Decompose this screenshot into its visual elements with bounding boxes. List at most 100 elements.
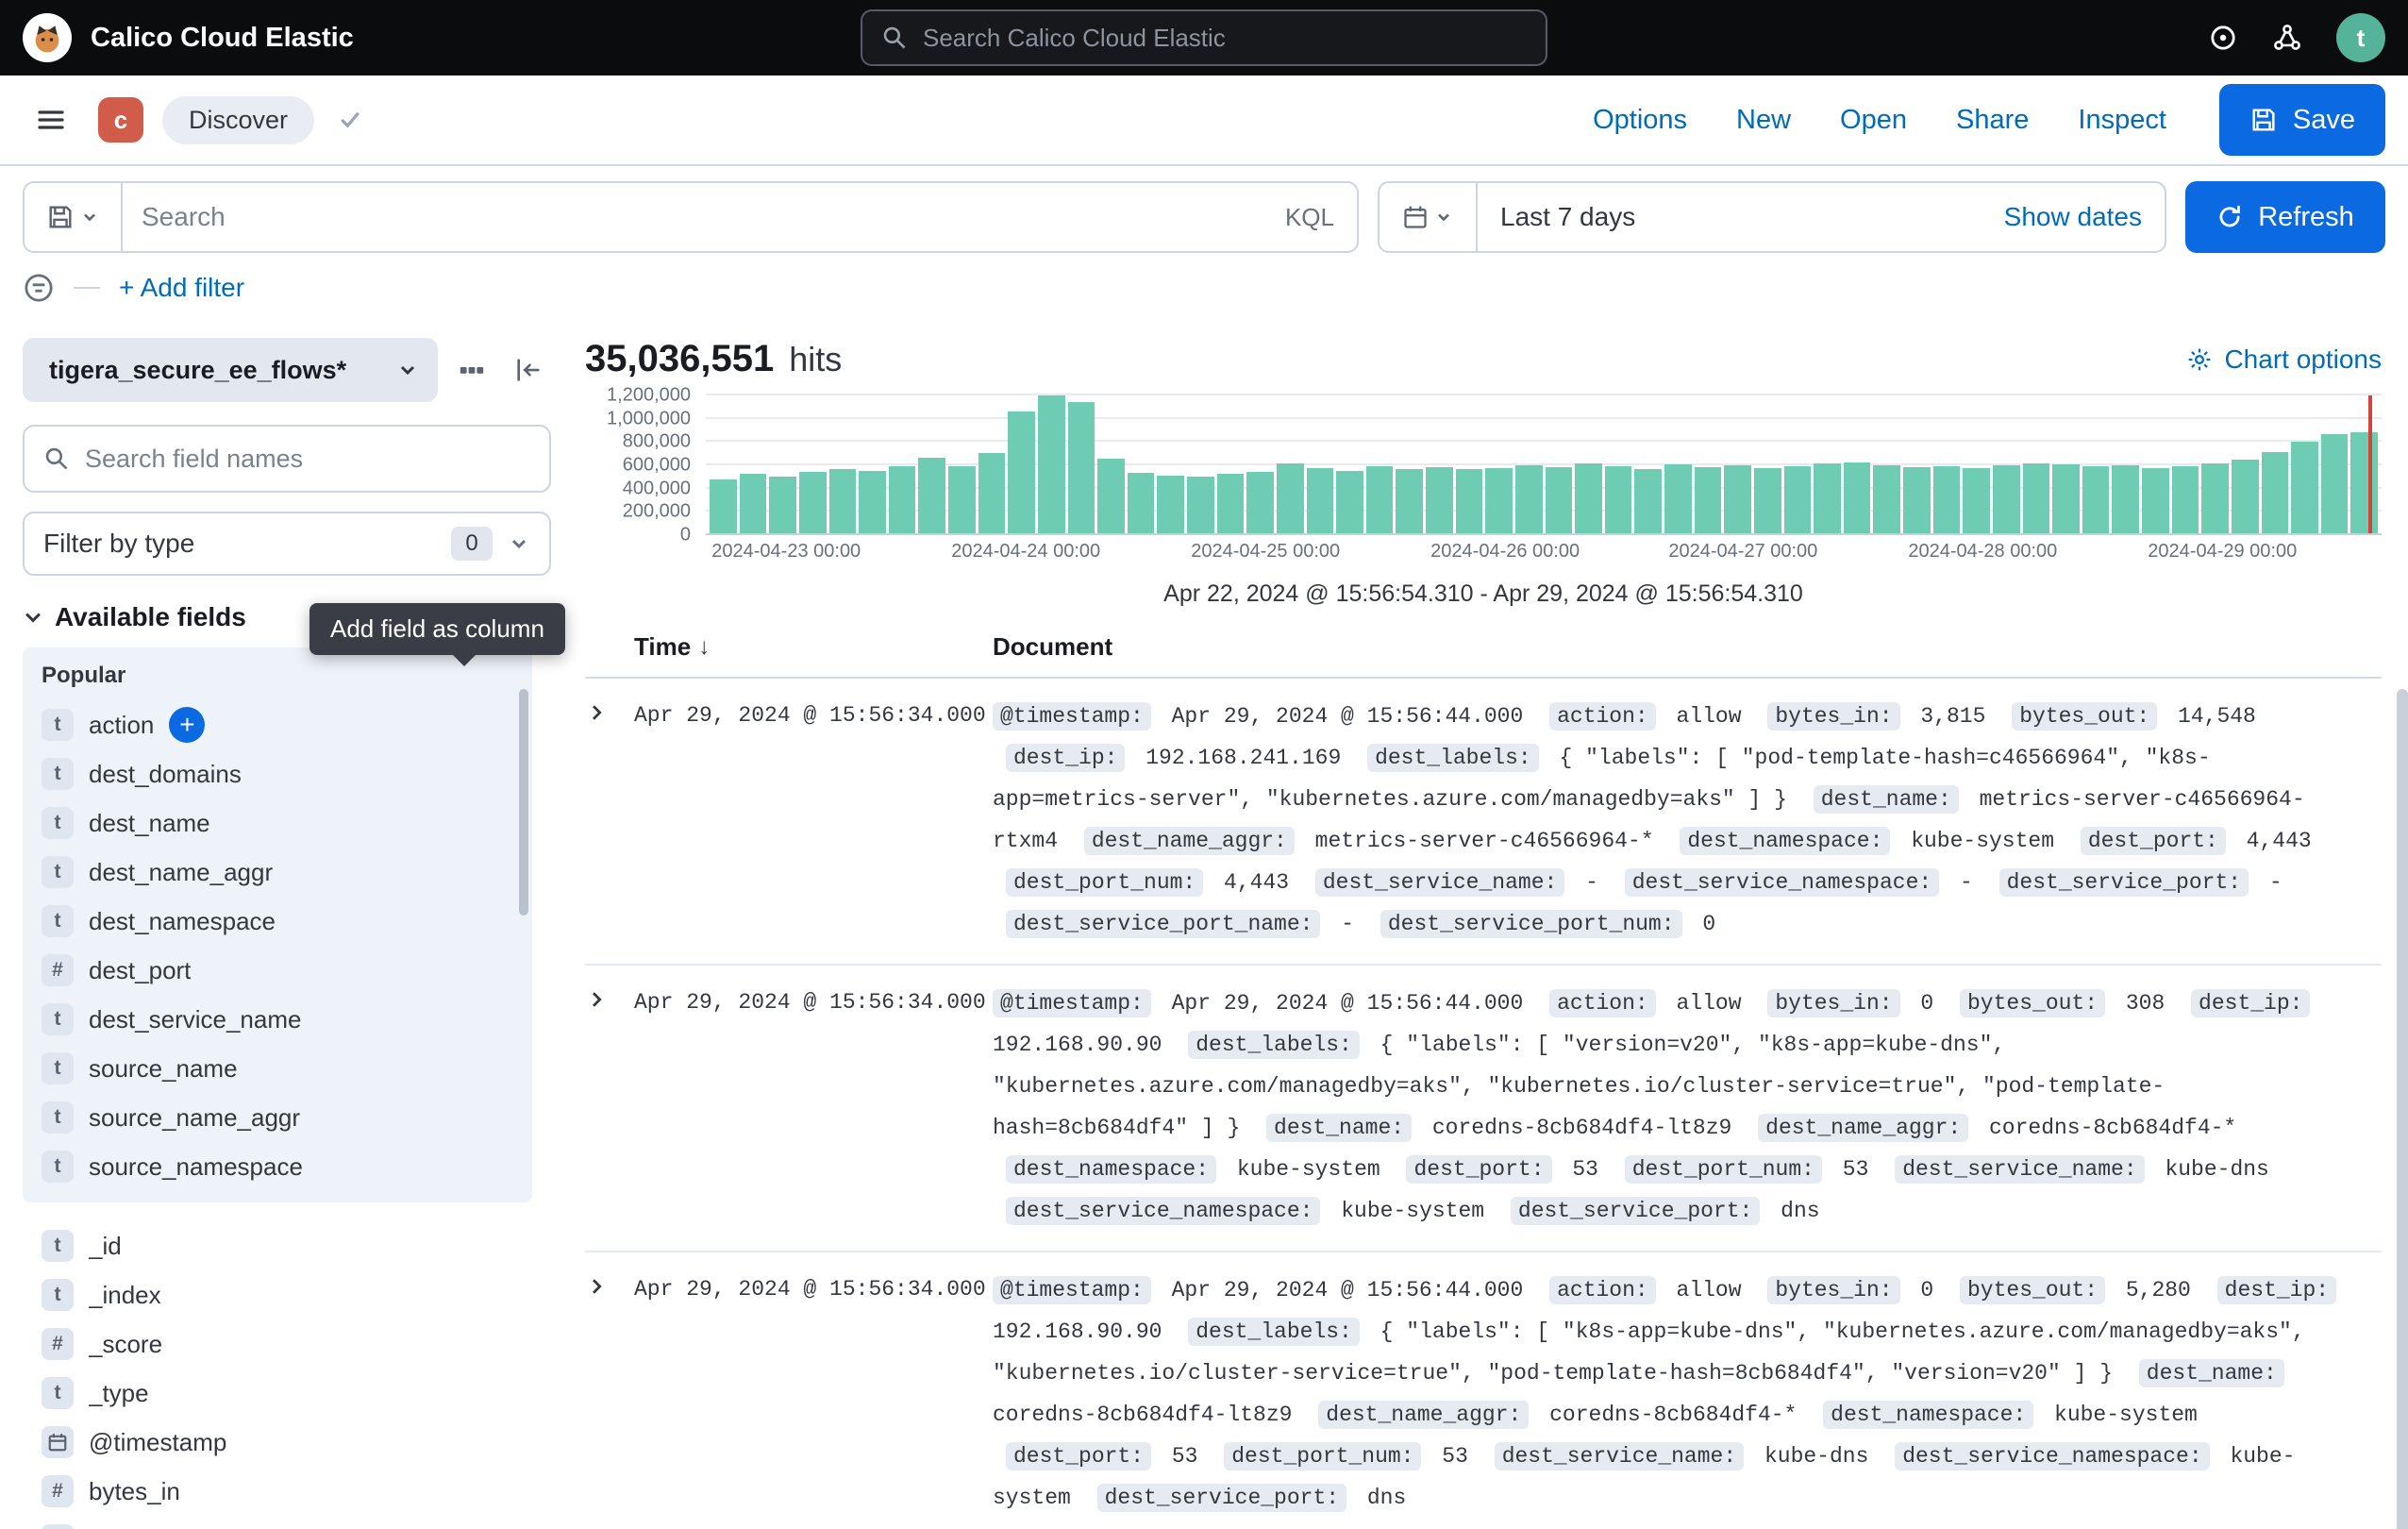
histogram-bar[interactable] xyxy=(1426,467,1453,533)
histogram-bar[interactable] xyxy=(1873,465,1900,533)
field-item-source_namespace[interactable]: tsource_namespace xyxy=(23,1142,322,1191)
add-field-button[interactable]: + xyxy=(169,707,205,743)
menu-icon[interactable] xyxy=(23,92,79,148)
histogram-bar[interactable] xyxy=(1187,477,1214,533)
histogram-bar[interactable] xyxy=(1336,471,1363,533)
histogram-bar[interactable] xyxy=(1546,467,1573,533)
field-item-dest_name_aggr[interactable]: tdest_name_aggr xyxy=(23,848,292,897)
show-dates-link[interactable]: Show dates xyxy=(2004,202,2165,232)
field-item-@timestamp[interactable]: @timestamp xyxy=(23,1418,245,1467)
field-item-action[interactable]: taction+ xyxy=(23,700,224,749)
grid-boxes-icon[interactable] xyxy=(449,347,494,393)
results-scrollbar[interactable] xyxy=(2397,689,2408,1529)
histogram-bar[interactable] xyxy=(1634,469,1662,533)
field-item-source_name_aggr[interactable]: tsource_name_aggr xyxy=(23,1093,319,1142)
histogram-bar[interactable] xyxy=(1068,402,1095,533)
histogram-bar[interactable] xyxy=(2321,434,2349,533)
field-item-dest_domains[interactable]: tdest_domains xyxy=(23,749,260,798)
breadcrumb[interactable]: Discover xyxy=(162,96,314,144)
nav-link-share[interactable]: Share xyxy=(1956,105,2029,136)
histogram-bar[interactable] xyxy=(769,477,796,533)
histogram-bar[interactable] xyxy=(2082,466,2110,533)
field-item-_score[interactable]: #_score xyxy=(23,1319,181,1369)
chart-options-button[interactable]: Chart options xyxy=(2186,344,2382,375)
histogram-bar[interactable] xyxy=(1097,459,1125,533)
fields-scrollbar[interactable] xyxy=(519,689,528,916)
histogram-bar[interactable] xyxy=(1277,463,1304,533)
field-item-dest_name[interactable]: tdest_name xyxy=(23,798,229,848)
histogram-bar[interactable] xyxy=(710,479,737,533)
time-range-value[interactable]: Last 7 days xyxy=(1478,202,2004,232)
histogram-bar[interactable] xyxy=(1008,412,1035,533)
save-button[interactable]: Save xyxy=(2219,84,2385,156)
histogram-bar[interactable] xyxy=(2112,465,2139,533)
sort-desc-icon[interactable]: ↓ xyxy=(698,634,710,661)
histogram-bar[interactable] xyxy=(1605,466,1632,533)
histogram-bar[interactable] xyxy=(1844,462,1871,533)
histogram-bar[interactable] xyxy=(1307,468,1334,533)
histogram-bar[interactable] xyxy=(2172,466,2199,533)
field-item-bytes_in[interactable]: #bytes_in xyxy=(23,1467,199,1516)
field-item-_type[interactable]: t_type xyxy=(23,1369,168,1418)
query-search-input[interactable] xyxy=(123,183,1263,251)
histogram-bar[interactable] xyxy=(918,458,945,533)
histogram-bar[interactable] xyxy=(799,472,827,533)
user-avatar[interactable]: t xyxy=(2336,13,2385,62)
field-item-source_name[interactable]: tsource_name xyxy=(23,1044,257,1093)
histogram-bar[interactable] xyxy=(1575,463,1602,533)
histogram-bar[interactable] xyxy=(1784,466,1812,533)
histogram-bar[interactable] xyxy=(1038,395,1065,533)
histogram-bar[interactable] xyxy=(1664,464,1692,533)
histogram-bar[interactable] xyxy=(1396,469,1423,533)
histogram-bar[interactable] xyxy=(1157,476,1184,533)
filter-by-type[interactable]: Filter by type 0 xyxy=(23,512,551,576)
field-item-dest_service_name[interactable]: tdest_service_name xyxy=(23,995,320,1044)
field-item-bytes_out[interactable]: #bytes_out xyxy=(23,1516,214,1529)
saved-query-menu-button[interactable] xyxy=(25,183,123,251)
histogram-bar[interactable] xyxy=(2023,463,2050,533)
histogram-bar[interactable] xyxy=(2350,432,2378,533)
histogram-bar[interactable] xyxy=(1754,468,1781,533)
time-column-header[interactable]: Time ↓ xyxy=(634,632,993,662)
histogram-bar[interactable] xyxy=(1128,473,1155,533)
expand-row-button[interactable] xyxy=(585,1269,634,1298)
histogram-bar[interactable] xyxy=(2232,460,2259,533)
histogram-bar[interactable] xyxy=(859,471,886,533)
space-badge[interactable]: c xyxy=(98,97,143,143)
refresh-button[interactable]: Refresh xyxy=(2185,181,2385,253)
global-search-input[interactable] xyxy=(923,24,1527,53)
calico-logo-icon[interactable] xyxy=(23,13,72,62)
nav-link-options[interactable]: Options xyxy=(1593,105,1687,136)
histogram-bar[interactable] xyxy=(1933,466,1961,533)
histogram-bar[interactable] xyxy=(1903,467,1931,533)
histogram-bar[interactable] xyxy=(1963,468,1990,533)
histogram-bar[interactable] xyxy=(1515,465,1543,533)
histogram-bar[interactable] xyxy=(2262,452,2289,533)
scrollbar-thumb[interactable] xyxy=(2397,689,2408,1529)
field-item-dest_port[interactable]: #dest_port xyxy=(23,946,209,995)
histogram-bar[interactable] xyxy=(1366,466,1394,533)
collapse-sidebar-icon[interactable] xyxy=(506,347,551,393)
calendar-icon[interactable] xyxy=(1380,183,1478,251)
histogram-bar[interactable] xyxy=(1485,468,1513,533)
histogram-bar[interactable] xyxy=(2052,464,2080,533)
histogram-bar[interactable] xyxy=(1993,465,2020,533)
histogram-bar[interactable] xyxy=(1217,474,1245,533)
field-item-dest_namespace[interactable]: tdest_namespace xyxy=(23,897,294,946)
index-pattern-selector[interactable]: tigera_secure_ee_flows* xyxy=(23,338,438,402)
histogram-bar[interactable] xyxy=(978,453,1006,533)
nav-link-new[interactable]: New xyxy=(1736,105,1791,136)
add-filter-link[interactable]: + Add filter xyxy=(119,273,244,303)
histogram-bar[interactable] xyxy=(1456,469,1483,533)
field-item-_index[interactable]: t_index xyxy=(23,1270,180,1319)
histogram-bar[interactable] xyxy=(948,466,976,533)
nav-link-open[interactable]: Open xyxy=(1840,105,1907,136)
histogram-bar[interactable] xyxy=(2201,463,2229,533)
histogram-bar[interactable] xyxy=(2142,468,2169,533)
ring-icon[interactable] xyxy=(2208,23,2238,53)
nav-link-inspect[interactable]: Inspect xyxy=(2078,105,2166,136)
histogram-bar[interactable] xyxy=(1814,463,1841,533)
kql-label[interactable]: KQL xyxy=(1263,203,1357,232)
histogram-bar[interactable] xyxy=(889,466,916,533)
histogram-bar[interactable] xyxy=(1695,467,1722,533)
